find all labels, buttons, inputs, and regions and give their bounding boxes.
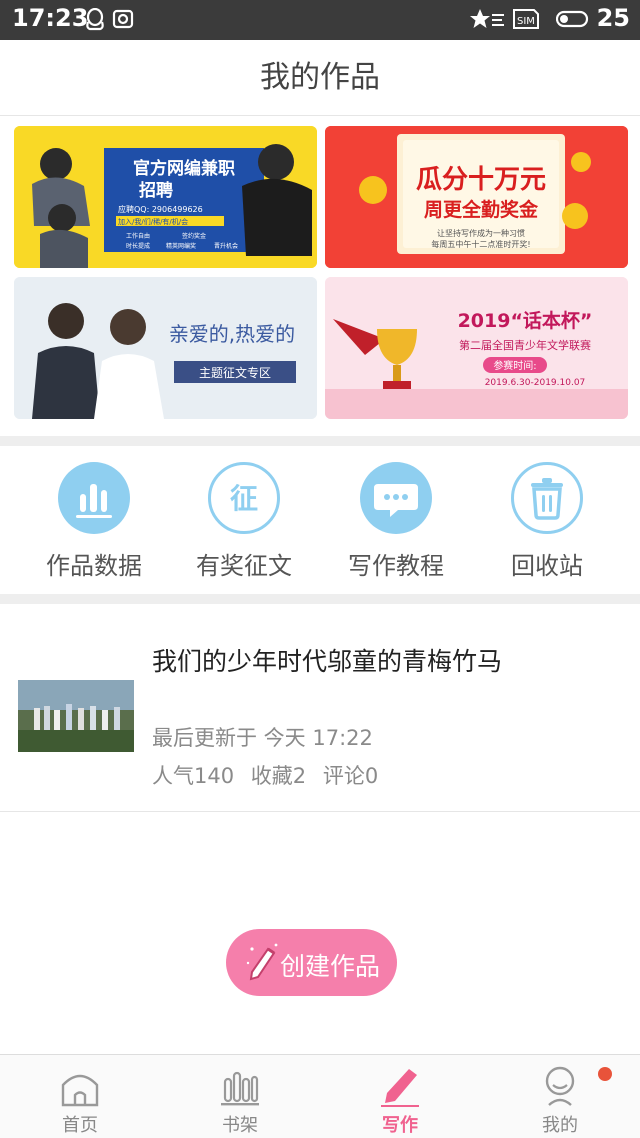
banner-prize-pool[interactable]: 瓜分十万元 周更全勤奖金 让坚持写作成为一种习惯 每周五中午十二点准时开奖! [325,126,628,268]
status-bar: 17:23 SIM 25 [0,0,640,40]
home-icon [61,1074,99,1107]
battery-level: 25 [596,4,630,32]
banner1-perk-1: 工作自由 [126,232,150,240]
star-icon [470,9,504,28]
banner4-line2: 第二届全国青少年文学联赛 [459,338,591,352]
banner4-badge: 参赛时间: [493,359,536,372]
quick-item-works-data[interactable]: 作品数据 [24,462,164,582]
banner2-line2: 周更全勤奖金 [424,198,539,221]
nav-bookshelf[interactable]: 书架 [160,1055,320,1138]
banner3-line2: 主题征文专区 [199,365,271,380]
banner4-dates: 2019.6.30-2019.10.07 [485,378,586,388]
banner1-qq: 应聘QQ: 2906499626 [118,204,203,214]
svg-text:SIM: SIM [517,16,535,27]
svg-text:征: 征 [230,482,258,515]
nav-label: 写作 [382,1115,418,1136]
nav-home[interactable]: 首页 [0,1055,160,1138]
banner2-sub2: 每周五中午十二点准时开奖! [431,239,530,249]
banner-part-time-editor-art: 官方网编兼职 招聘 应聘QQ: 2906499626 加入/我/们/稀/有/机/… [14,126,317,268]
quick-item-label: 有奖征文 [196,552,292,580]
camera-icon [112,9,134,29]
banner2-line1: 瓜分十万元 [416,165,546,195]
banner1-perk-5: 晋升机会 [214,242,238,250]
banner4-line1: 2019“话本杯” [458,309,593,332]
status-time: 17:23 [12,4,89,32]
section-divider [0,594,640,604]
qq-icon [86,8,104,31]
banner-huaben-cup-art: 2019“话本杯” 第二届全国青少年文学联赛 参赛时间: 2019.6.30-2… [325,277,628,419]
quick-item-recycle-bin[interactable]: 回收站 [477,462,617,582]
nav-profile[interactable]: 我的 [480,1055,640,1138]
battery-icon [556,10,589,28]
work-favorites: 收藏2 [250,764,307,788]
work-cover-image [18,680,134,752]
quick-item-label: 写作教程 [348,552,444,580]
sim-icon: SIM [513,9,539,29]
page-header: 我的作品 [0,40,640,116]
create-work-label: 创建作品 [280,952,381,981]
work-title: 我们的少年时代邬童的青梅竹马 [152,647,503,676]
bookshelf-icon [221,1071,259,1106]
nav-write[interactable]: 写作 [320,1055,480,1138]
nav-label: 书架 [222,1115,258,1136]
quick-item-label: 回收站 [511,552,583,580]
quick-item-tutorial[interactable]: 写作教程 [326,462,466,582]
banner1-line2: 招聘 [139,180,173,201]
banner-theme-essay[interactable]: 亲爱的,热爱的 主题征文专区 [14,277,317,419]
banner3-line1: 亲爱的,热爱的 [169,322,295,346]
page-title: 我的作品 [260,60,380,95]
banner-part-time-editor[interactable]: 官方网编兼职 招聘 应聘QQ: 2906499626 加入/我/们/稀/有/机/… [14,126,317,268]
nav-label: 我的 [542,1115,578,1136]
nav-label: 首页 [62,1115,98,1136]
banner1-line1: 官方网编兼职 [133,158,235,179]
zheng-icon: 征 [208,462,280,534]
bar-chart-icon [58,462,130,534]
banner-prize-pool-art: 瓜分十万元 周更全勤奖金 让坚持写作成为一种习惯 每周五中午十二点准时开奖! [325,126,628,268]
banner-huaben-cup[interactable]: 2019“话本杯” 第二届全国青少年文学联赛 参赛时间: 2019.6.30-2… [325,277,628,419]
pencil-icon [381,1069,419,1107]
banner1-perk-4: 精英网编奖 [166,242,196,250]
quick-item-label: 作品数据 [46,552,142,580]
quick-item-contest[interactable]: 征 有奖征文 [174,462,314,582]
work-updated-time: 最后更新于 今天 17:22 [152,726,373,750]
create-work-button[interactable]: 创建作品 [226,929,397,996]
bottom-nav: 首页 书架 写作 我的 [0,1054,640,1138]
banner2-sub1: 让坚持写作成为一种习惯 [437,228,525,238]
chat-bubble-icon [360,462,432,534]
work-stats: 人气140 收藏2 评论0 [152,760,388,790]
banner1-perk-3: 时长提成 [126,242,150,250]
section-divider [0,436,640,446]
profile-icon [545,1066,575,1106]
work-popularity: 人气140 [152,764,235,788]
trash-icon [511,462,583,534]
work-card[interactable]: 我们的少年时代邬童的青梅竹马 最后更新于 今天 17:22 人气140 收藏2 … [0,604,640,812]
banner-theme-essay-art: 亲爱的,热爱的 主题征文专区 [14,277,317,419]
notification-dot [598,1067,612,1081]
pencil-icon [246,943,278,981]
banner1-tags: 加入/我/们/稀/有/机/会 [118,217,188,226]
work-comments: 评论0 [322,764,379,788]
banner1-perk-2: 签约奖金 [182,232,206,240]
